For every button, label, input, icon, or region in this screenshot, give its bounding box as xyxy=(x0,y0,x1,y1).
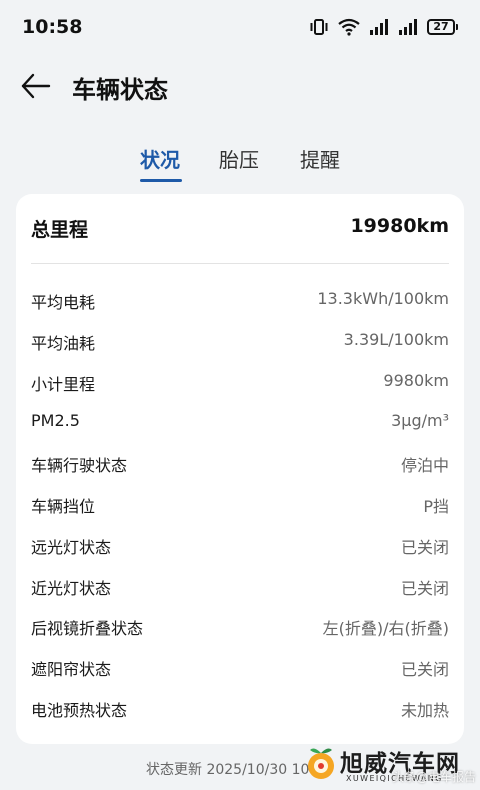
row-value: 未加热 xyxy=(400,700,449,720)
wifi-icon xyxy=(338,18,360,36)
row-value: 3.39L/100km xyxy=(343,329,449,349)
list-item-high-beam: 远光灯状态 已关闭 xyxy=(16,525,464,566)
page-title: 车辆状态 xyxy=(72,76,168,104)
row-value: 已关闭 xyxy=(400,537,449,557)
status-bar: 10:58 27 xyxy=(0,0,480,56)
tab-status[interactable]: 状况 xyxy=(140,144,180,173)
row-label: 近光灯状态 xyxy=(31,578,112,598)
list-item-trip-mileage: 小计里程 9980km xyxy=(16,362,464,403)
status-icons: 27 xyxy=(309,18,458,36)
list-item-sunshade: 遮阳帘状态 已关闭 xyxy=(16,647,464,688)
list-item-pm25: PM2.5 3μg/m³ xyxy=(16,402,464,443)
tab-reminders[interactable]: 提醒 xyxy=(300,144,340,173)
battery-icon: 27 xyxy=(427,19,458,35)
list-item-driving-state: 车辆行驶状态 停泊中 xyxy=(16,443,464,484)
row-label: 电池预热状态 xyxy=(31,700,128,720)
row-label: 遮阳帘状态 xyxy=(31,660,112,680)
tab-bar: 状况 胎压 提醒 xyxy=(0,140,480,186)
watermark-source: 头条@电车报告 xyxy=(392,770,477,784)
watermark-logo-icon xyxy=(308,748,334,779)
row-value: 9980km xyxy=(383,370,449,390)
row-label: 车辆行驶状态 xyxy=(31,456,128,476)
list-item-gear: 车辆挡位 P挡 xyxy=(16,484,464,525)
list-item-low-beam: 近光灯状态 已关闭 xyxy=(16,566,464,607)
row-label: 后视镜折叠状态 xyxy=(31,619,144,639)
row-value: 已关闭 xyxy=(400,578,449,598)
row-value: 3μg/m³ xyxy=(391,411,449,431)
divider xyxy=(31,263,449,264)
list-item-mirror-fold: 后视镜折叠状态 左(折叠)/右(折叠) xyxy=(16,606,464,647)
signal-icon xyxy=(369,19,389,35)
list-item-avg-fuel-consumption: 平均油耗 3.39L/100km xyxy=(16,321,464,362)
status-list: 平均电耗 13.3kWh/100km 平均油耗 3.39L/100km 小计里程… xyxy=(16,280,464,729)
total-mileage-row: 总里程 19980km xyxy=(16,194,464,264)
battery-tip xyxy=(456,24,458,30)
total-mileage-value: 19980km xyxy=(350,215,449,237)
row-label: 远光灯状态 xyxy=(31,537,112,557)
tab-indicator xyxy=(140,179,182,182)
signal-icon xyxy=(398,19,418,35)
back-button[interactable] xyxy=(20,72,52,100)
row-label: 平均电耗 xyxy=(31,293,96,312)
row-value: P挡 xyxy=(423,496,449,516)
row-value: 13.3kWh/100km xyxy=(317,289,449,308)
list-item-battery-preheat: 电池预热状态 未加热 xyxy=(16,688,464,729)
battery-level: 27 xyxy=(427,19,455,35)
total-mileage-label: 总里程 xyxy=(31,219,89,241)
tab-tire-pressure[interactable]: 胎压 xyxy=(219,144,259,173)
vibrate-icon xyxy=(309,18,329,36)
row-value: 左(折叠)/右(折叠) xyxy=(322,619,449,639)
header: 车辆状态 xyxy=(0,58,480,114)
watermark: 旭威汽车网 XUWEIQICHEWANG 头条@电车报告 xyxy=(300,738,480,790)
status-time: 10:58 xyxy=(22,16,83,38)
list-item-avg-power-consumption: 平均电耗 13.3kWh/100km xyxy=(16,280,464,321)
back-arrow-icon xyxy=(21,73,51,99)
row-label: 小计里程 xyxy=(31,374,96,394)
row-value: 停泊中 xyxy=(400,456,449,476)
row-label: 车辆挡位 xyxy=(31,496,96,516)
row-label: PM2.5 xyxy=(31,411,80,431)
row-value: 已关闭 xyxy=(400,660,449,680)
row-label: 平均油耗 xyxy=(31,333,96,353)
status-card: 总里程 19980km 平均电耗 13.3kWh/100km 平均油耗 3.39… xyxy=(16,194,464,744)
